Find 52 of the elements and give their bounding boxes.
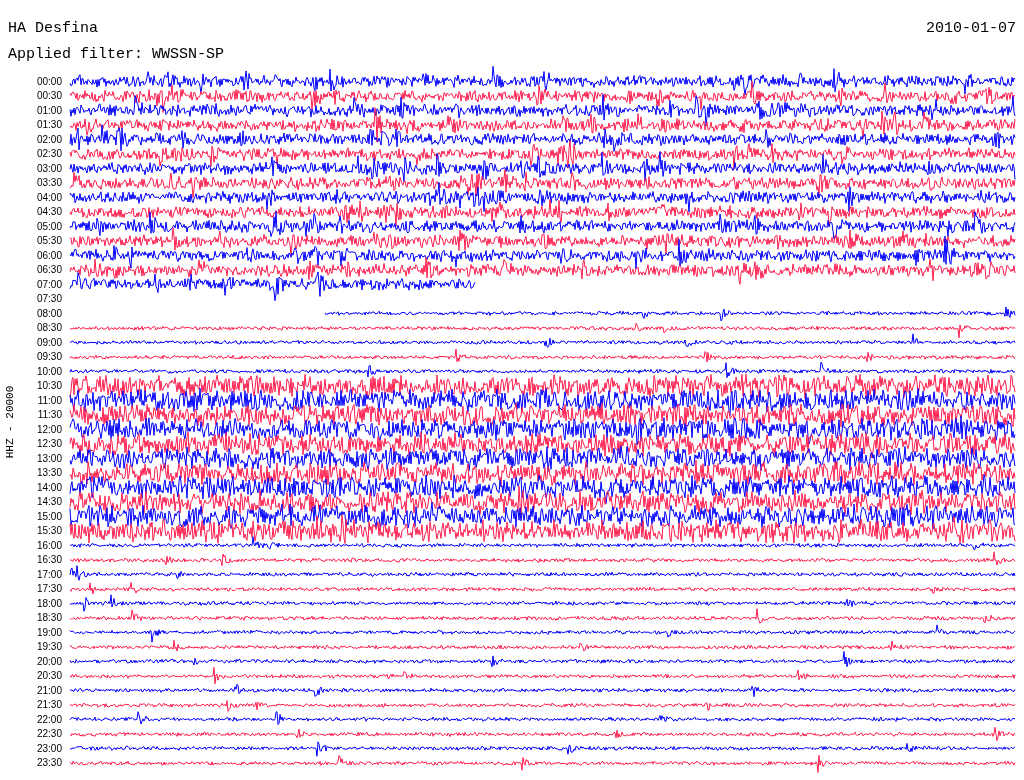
time-label: 23:00 <box>35 742 63 754</box>
time-label: 17:30 <box>35 583 63 595</box>
time-label: 10:30 <box>35 380 63 392</box>
time-label: 04:30 <box>35 206 63 218</box>
time-label: 18:30 <box>35 612 63 624</box>
time-label: 20:30 <box>35 670 63 682</box>
time-label: 05:00 <box>35 220 63 232</box>
time-label: 11:30 <box>36 409 63 421</box>
time-label: 20:00 <box>35 655 63 667</box>
time-label: 22:30 <box>35 728 63 740</box>
time-label: 13:30 <box>35 467 63 479</box>
time-label: 04:00 <box>35 191 63 203</box>
time-label: 00:00 <box>35 75 63 87</box>
time-label: 11:00 <box>36 394 63 406</box>
time-label: 06:30 <box>35 264 63 276</box>
time-label: 09:30 <box>35 351 63 363</box>
time-label: 14:30 <box>35 496 63 508</box>
time-label: 18:00 <box>35 597 63 609</box>
time-label: 21:00 <box>35 684 63 696</box>
time-label: 07:00 <box>35 278 63 290</box>
time-label: 19:00 <box>35 626 63 638</box>
time-label: 08:00 <box>35 307 63 319</box>
time-label: 21:30 <box>35 699 63 711</box>
time-label: 05:30 <box>35 235 63 247</box>
time-label: 15:30 <box>35 525 63 537</box>
time-label: 09:00 <box>35 336 63 348</box>
time-label: 19:30 <box>35 641 63 653</box>
time-label: 15:00 <box>35 510 63 522</box>
time-label: 02:00 <box>35 133 63 145</box>
time-label: 10:00 <box>35 365 63 377</box>
date-label: 2010-01-07 <box>926 20 1016 39</box>
station-title: HA Desfina <box>8 20 98 39</box>
time-label: 22:00 <box>35 713 63 725</box>
time-label: 14:00 <box>35 481 63 493</box>
time-label: 16:00 <box>35 539 63 551</box>
time-label: 06:00 <box>35 249 63 261</box>
axis-label: HHZ - 20000 <box>4 385 16 459</box>
time-label: 23:30 <box>35 757 63 769</box>
time-label: 16:30 <box>35 554 63 566</box>
time-label: 01:00 <box>35 104 63 116</box>
time-label: 03:30 <box>35 177 63 189</box>
time-label: 03:00 <box>35 162 63 174</box>
time-label: 00:30 <box>35 90 63 102</box>
time-label: 02:30 <box>35 148 63 160</box>
time-label: 12:30 <box>35 438 63 450</box>
time-label: 07:30 <box>35 293 63 305</box>
time-label: 13:00 <box>35 452 63 464</box>
time-label: 08:30 <box>35 322 63 334</box>
filter-label: Applied filter: WWSSN-SP <box>8 46 225 63</box>
time-label: 01:30 <box>35 119 63 131</box>
time-label: 17:00 <box>35 568 63 580</box>
time-label: 12:00 <box>35 423 63 435</box>
